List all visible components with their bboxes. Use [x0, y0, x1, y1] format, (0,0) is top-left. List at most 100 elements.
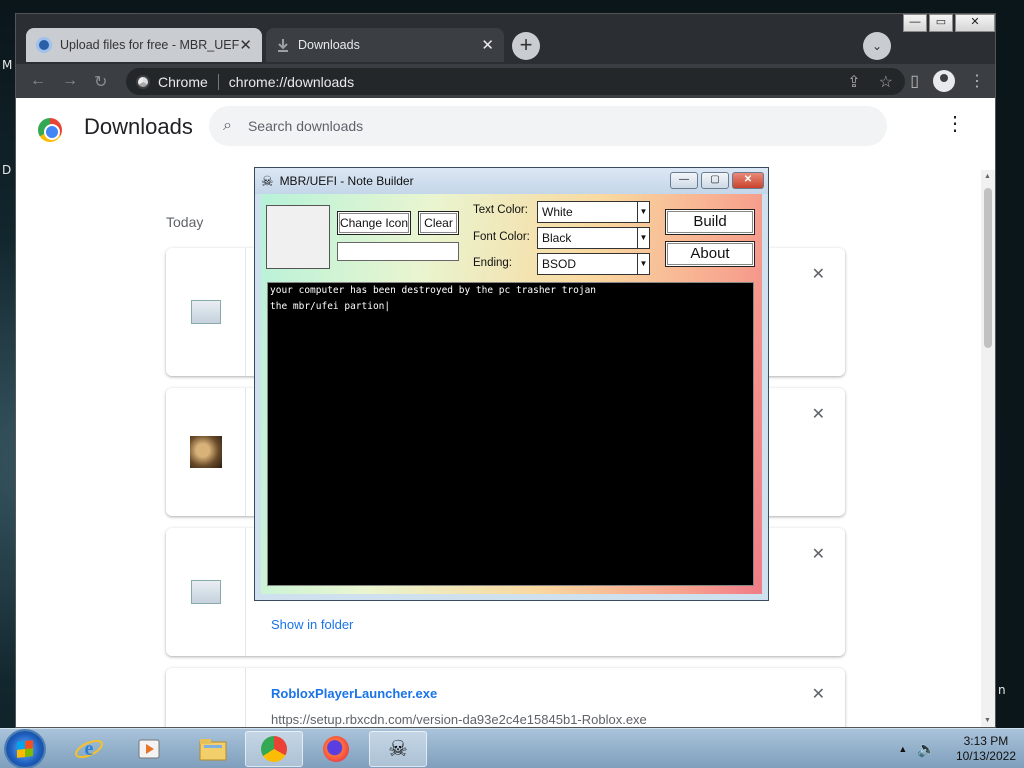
clear-button[interactable]: Clear [418, 211, 459, 235]
taskbar-note-builder[interactable]: ☠ [369, 731, 427, 767]
font-color-select[interactable]: Black ▼ [537, 227, 650, 249]
search-icon: ⌕ [223, 117, 232, 134]
tab-upload-files[interactable]: Upload files for free - MBR_UEFI ✕ [26, 28, 262, 62]
dialog-body: Change Icon Clear Text Color: White ▼ Fo… [261, 194, 762, 594]
tab-close-icon[interactable]: ✕ [239, 36, 252, 54]
font-color-label: Font Color: [473, 231, 530, 243]
file-icon-column [166, 388, 246, 516]
clock[interactable]: 3:13 PM 10/13/2022 [956, 734, 1016, 764]
scroll-up-icon[interactable]: ▲ [984, 173, 991, 180]
note-text-area[interactable]: your computer has been destroyed by the … [267, 282, 754, 586]
tab-title: Downloads [298, 38, 360, 52]
search-downloads-input[interactable]: ⌕ Search downloads [209, 106, 887, 146]
new-tab-button[interactable]: + [512, 32, 540, 60]
scroll-down-icon[interactable]: ▼ [984, 717, 991, 724]
taskbar-firefox[interactable] [307, 731, 365, 767]
taskbar-file-explorer[interactable] [184, 731, 242, 767]
clock-date: 10/13/2022 [955, 749, 1016, 763]
show-in-folder-link[interactable]: Show in folder [271, 617, 353, 632]
back-icon[interactable]: ← [30, 72, 46, 90]
dialog-minimize-button[interactable]: — [670, 172, 698, 189]
file-explorer-icon [199, 739, 227, 761]
remove-download-icon[interactable]: ✕ [812, 544, 825, 564]
share-icon[interactable]: ⇪ [847, 72, 860, 92]
installer-file-icon [190, 580, 221, 604]
build-button[interactable]: Build [665, 209, 755, 235]
tab-search-button[interactable]: ⌄ [863, 32, 891, 60]
file-icon-column [166, 668, 246, 727]
remove-download-icon[interactable]: ✕ [812, 684, 825, 704]
download-filename-link[interactable]: RobloxPlayerLauncher.exe [271, 686, 437, 701]
tab-strip: Upload files for free - MBR_UEFI ✕ Downl… [24, 28, 995, 62]
profile-avatar[interactable] [933, 70, 955, 92]
icon-preview [266, 205, 330, 269]
bookmark-star-icon[interactable]: ☆ [879, 72, 893, 92]
toolbar-right: ▯ ⋮ [910, 70, 985, 92]
omnibox-actions: ⇪ ☆ [847, 72, 893, 92]
dialog-title: MBR/UEFI - Note Builder [279, 174, 414, 188]
ending-value: BSOD [542, 257, 577, 271]
note-builder-window: ☠ MBR/UEFI - Note Builder — ▢ ✕ Change I… [254, 167, 769, 601]
chrome-menu-icon[interactable]: ⋮ [969, 71, 985, 91]
desktop-edge-letter: M [2, 58, 13, 72]
address-bar[interactable]: Chrome chrome://downloads ⇪ ☆ [126, 68, 905, 95]
font-color-value: Black [542, 231, 572, 245]
taskbar: e ☠ ▲ 🔈 3:13 PM 10/13/2022 [0, 728, 1024, 768]
dialog-maximize-button[interactable]: ▢ [701, 172, 729, 189]
chrome-logo-icon [136, 74, 150, 89]
ending-select[interactable]: BSOD ▼ [537, 253, 650, 275]
tab-downloads[interactable]: Downloads ✕ [266, 28, 504, 62]
dropdown-arrow-icon[interactable]: ▼ [637, 228, 649, 248]
about-button[interactable]: About [665, 241, 755, 267]
reload-icon[interactable]: ↻ [94, 72, 107, 92]
app-icon: ☠ [261, 172, 274, 189]
browser-toolbar: ← → ↻ Chrome chrome://downloads ⇪ ☆ ▯ ⋮ [16, 64, 995, 98]
note-builder-icon: ☠ [388, 736, 408, 761]
date-group-label: Today [166, 214, 204, 230]
tab-close-icon[interactable]: ✕ [481, 36, 494, 54]
taskbar-media-player[interactable] [120, 731, 178, 767]
text-color-value: White [542, 205, 573, 219]
clock-time: 3:13 PM [963, 734, 1009, 748]
chrome-icon [261, 736, 287, 762]
side-panel-icon[interactable]: ▯ [910, 71, 919, 91]
tab-title: Upload files for free - MBR_UEFI [60, 38, 240, 52]
download-source-url: https://setup.rbxcdn.com/version-da93e2c… [271, 712, 647, 727]
dialog-window-controls: — ▢ ✕ [670, 172, 764, 189]
forward-icon[interactable]: → [62, 72, 78, 90]
download-card: ✕ RobloxPlayerLauncher.exe https://setup… [166, 668, 845, 727]
dialog-close-button[interactable]: ✕ [732, 172, 764, 189]
omnibox-site-label: Chrome [158, 73, 208, 90]
system-tray: ▲ 🔈 3:13 PM 10/13/2022 [898, 734, 1016, 764]
text-color-select[interactable]: White ▼ [537, 201, 650, 223]
page-scrollbar[interactable]: ▲ ▼ [981, 170, 995, 727]
search-placeholder: Search downloads [247, 118, 364, 134]
dropdown-arrow-icon[interactable]: ▼ [637, 254, 649, 274]
desktop-edge-letter: D [2, 163, 12, 177]
more-actions-icon[interactable]: ⋮ [945, 114, 965, 134]
media-player-icon [138, 739, 160, 759]
image-thumbnail-icon [189, 436, 222, 468]
icon-path-input[interactable] [337, 242, 459, 261]
svg-text:e: e [85, 738, 94, 760]
page-title: Downloads [84, 114, 193, 139]
dialog-titlebar: ☠ MBR/UEFI - Note Builder — ▢ ✕ [255, 168, 768, 194]
setup-file-icon [190, 300, 221, 324]
desktop-edge-letter: n [998, 683, 1006, 697]
download-icon [278, 39, 288, 52]
start-button[interactable] [6, 731, 44, 767]
dropdown-arrow-icon[interactable]: ▼ [637, 202, 649, 222]
taskbar-internet-explorer[interactable]: e [60, 731, 118, 767]
text-color-label: Text Color: [473, 204, 528, 216]
change-icon-button[interactable]: Change Icon [337, 211, 411, 235]
chrome-logo-icon [38, 118, 62, 142]
omnibox-divider [217, 73, 219, 90]
internet-explorer-icon: e [75, 738, 103, 760]
show-hidden-icons-icon[interactable]: ▲ [898, 744, 907, 754]
volume-icon[interactable]: 🔈 [917, 740, 936, 758]
taskbar-chrome[interactable] [245, 731, 303, 767]
scrollbar-thumb[interactable] [984, 188, 992, 348]
remove-download-icon[interactable]: ✕ [812, 264, 825, 284]
file-icon-column [166, 248, 246, 376]
remove-download-icon[interactable]: ✕ [812, 404, 825, 424]
